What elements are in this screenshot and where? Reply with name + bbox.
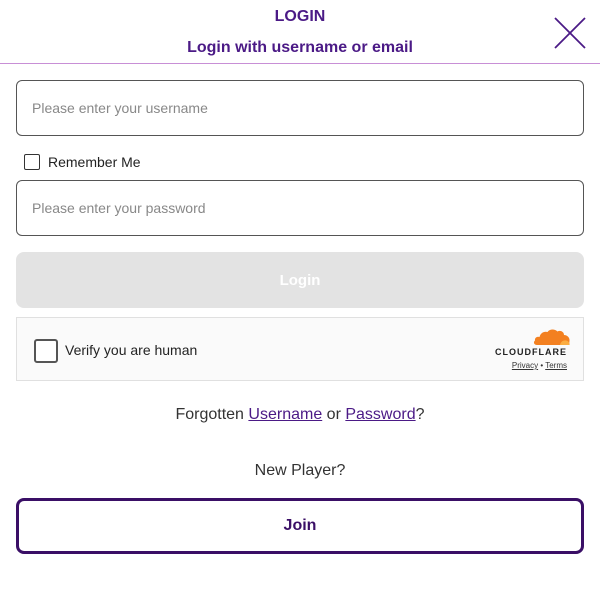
forgot-prefix: Forgotten — [175, 406, 244, 423]
terms-link[interactable]: Terms — [545, 361, 567, 370]
join-button[interactable]: Join — [16, 498, 584, 554]
password-field — [16, 180, 584, 236]
forgot-suffix: ? — [415, 406, 425, 423]
captcha-widget: Verify you are human CLOUDFLARE Privacy … — [16, 317, 584, 381]
close-icon[interactable] — [553, 16, 587, 50]
modal-header: LOGIN Login with username or email — [0, 0, 600, 64]
cloudflare-logo-icon — [533, 329, 570, 345]
captcha-links: Privacy • Terms — [512, 361, 567, 370]
username-field — [16, 80, 584, 136]
page-subtitle: Login with username or email — [187, 39, 413, 56]
remember-me[interactable]: Remember Me — [24, 153, 141, 171]
captcha-checkbox[interactable] — [34, 339, 58, 363]
password-input[interactable] — [17, 181, 583, 235]
forgot-credentials: Forgotten Username or Password? — [0, 406, 600, 424]
privacy-link[interactable]: Privacy — [512, 361, 538, 370]
cloudflare-wordmark: CLOUDFLARE — [495, 347, 567, 357]
forgot-password-link[interactable]: Password — [345, 406, 415, 423]
page-title: LOGIN — [274, 8, 326, 25]
login-button[interactable]: Login — [16, 252, 584, 308]
remember-me-checkbox[interactable] — [24, 154, 40, 170]
forgot-username-link[interactable]: Username — [248, 406, 322, 423]
forgot-middle: or — [326, 406, 341, 423]
username-input[interactable] — [17, 81, 583, 135]
remember-me-label: Remember Me — [48, 154, 141, 170]
new-player-prompt: New Player? — [254, 462, 346, 479]
link-separator: • — [540, 361, 544, 370]
captcha-label: Verify you are human — [65, 342, 198, 358]
